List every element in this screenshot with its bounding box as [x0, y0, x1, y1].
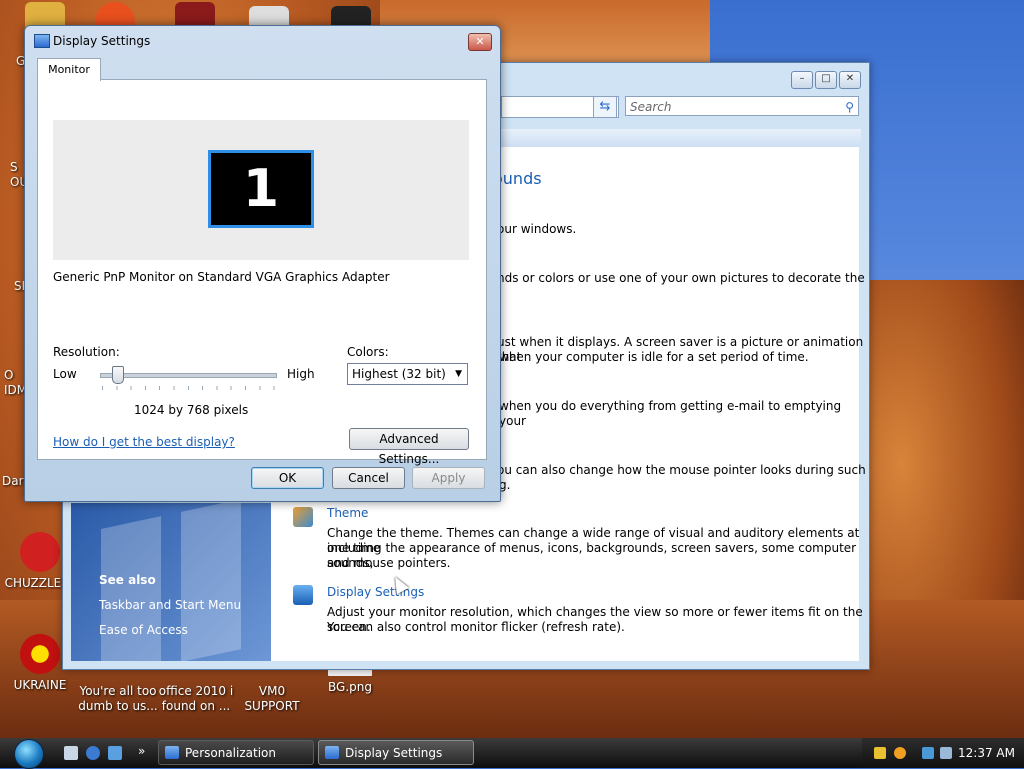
search-icon[interactable]: ⚲: [845, 97, 854, 117]
close-button[interactable]: ✕: [468, 33, 492, 51]
theme-icon: [293, 507, 313, 527]
display-settings-icon: [325, 746, 339, 759]
desktop-icon-dumb[interactable]: You're all too dumb to us...: [78, 684, 158, 714]
quicklaunch-show-desktop-icon[interactable]: [64, 746, 78, 760]
maximize-button[interactable]: □: [815, 71, 837, 89]
resolution-slider-thumb[interactable]: [112, 366, 124, 384]
start-button[interactable]: [8, 738, 52, 769]
desktop-icon-vm0[interactable]: VM0 SUPPORT: [232, 684, 312, 714]
desktop-icon-label: You're all too dumb to us...: [78, 684, 158, 713]
desktop-icon-office[interactable]: office 2010 i found on ...: [156, 684, 236, 714]
desktop-icon-label: UKRAINE: [13, 678, 67, 692]
ok-button[interactable]: OK: [251, 467, 324, 489]
section-text: nds or colors or use one of your own pic…: [497, 271, 865, 285]
section-text: ou can also change how the mouse pointer…: [497, 463, 866, 477]
desktop-icon-label: VM0 SUPPORT: [244, 684, 300, 713]
resolution-slider-track[interactable]: [100, 373, 277, 378]
quicklaunch-switch-windows-icon[interactable]: [108, 746, 122, 760]
close-button[interactable]: ✕: [839, 71, 861, 89]
taskbar-item-personalization[interactable]: Personalization: [158, 740, 314, 765]
monitor-1[interactable]: 1: [208, 150, 314, 228]
see-also-panel: See also Taskbar and Start Menu Ease of …: [71, 503, 271, 661]
minimize-button[interactable]: –: [791, 71, 813, 89]
colors-select-value: Highest (32 bit): [352, 367, 446, 381]
advanced-settings-button[interactable]: Advanced Settings...: [349, 428, 469, 466]
monitor-preview: 1: [53, 120, 469, 260]
tray-app-icon[interactable]: [874, 747, 886, 759]
colors-label: Colors:: [347, 345, 389, 359]
desktop-icon-label: BG.png: [328, 680, 372, 694]
network-icon[interactable]: [922, 747, 934, 759]
windows-orb-icon: [14, 739, 44, 769]
volume-icon[interactable]: [940, 747, 952, 759]
tray-search-icon[interactable]: [894, 747, 906, 759]
resolution-label: Resolution:: [53, 345, 120, 359]
colors-select[interactable]: Highest (32 bit) ▼: [347, 363, 468, 385]
personalization-icon: [165, 746, 179, 759]
resolution-value: 1024 by 768 pixels: [134, 403, 249, 417]
cancel-button[interactable]: Cancel: [332, 467, 405, 489]
theme-description: and mouse pointers.: [327, 556, 451, 570]
taskbar-item-display-settings[interactable]: Display Settings: [318, 740, 474, 765]
taskbar-item-label: Display Settings: [345, 746, 443, 760]
resolution-high-label: High: [287, 367, 315, 381]
display-settings-dialog[interactable]: Display Settings ✕ Monitor 1 Generic PnP…: [24, 25, 501, 502]
taskbar-item-label: Personalization: [185, 746, 276, 760]
section-text: when you do everything from getting e-ma…: [499, 399, 842, 428]
chevron-down-icon: ▼: [455, 369, 462, 379]
ease-of-access-link[interactable]: Ease of Access: [99, 623, 188, 637]
theme-link[interactable]: Theme: [327, 506, 368, 520]
chuzzle-icon: [20, 532, 60, 572]
section-text: our windows.: [497, 222, 577, 236]
display-settings-description: You can also control monitor flicker (re…: [327, 620, 625, 634]
display-settings-icon: [34, 34, 50, 48]
see-also-heading: See also: [99, 573, 156, 587]
apply-button: Apply: [412, 467, 485, 489]
quicklaunch-more-icon[interactable]: »: [138, 744, 148, 758]
desktop-icon-label: office 2010 i found on ...: [158, 684, 234, 713]
resolution-slider-ticks: [102, 386, 277, 390]
search-input[interactable]: Search ⚲: [625, 96, 859, 116]
radiation-icon: [20, 634, 60, 674]
display-settings-link[interactable]: Display Settings: [327, 585, 424, 599]
desktop-clipped-label: O IDM: [4, 368, 28, 397]
monitor-icon: [293, 585, 313, 605]
monitor-description: Generic PnP Monitor on Standard VGA Grap…: [53, 270, 390, 284]
quicklaunch-browser-icon[interactable]: [86, 746, 100, 760]
help-link[interactable]: How do I get the best display?: [53, 435, 235, 449]
resolution-low-label: Low: [53, 367, 77, 381]
taskbar: » Personalization Display Settings 12:37…: [0, 738, 1024, 769]
section-text: when your computer is idle for a set per…: [499, 350, 809, 364]
monitor-tab-panel: 1 Generic PnP Monitor on Standard VGA Gr…: [37, 79, 487, 466]
window-controls: – □ ✕: [791, 71, 861, 89]
search-placeholder: Search: [630, 100, 672, 114]
clock[interactable]: 12:37 AM: [958, 746, 1015, 760]
tab-monitor[interactable]: Monitor: [37, 58, 101, 81]
command-bar: [501, 129, 861, 147]
dialog-title: Display Settings: [53, 34, 151, 48]
taskbar-start-menu-link[interactable]: Taskbar and Start Menu: [99, 598, 241, 612]
refresh-icon[interactable]: ⇆: [593, 96, 617, 118]
